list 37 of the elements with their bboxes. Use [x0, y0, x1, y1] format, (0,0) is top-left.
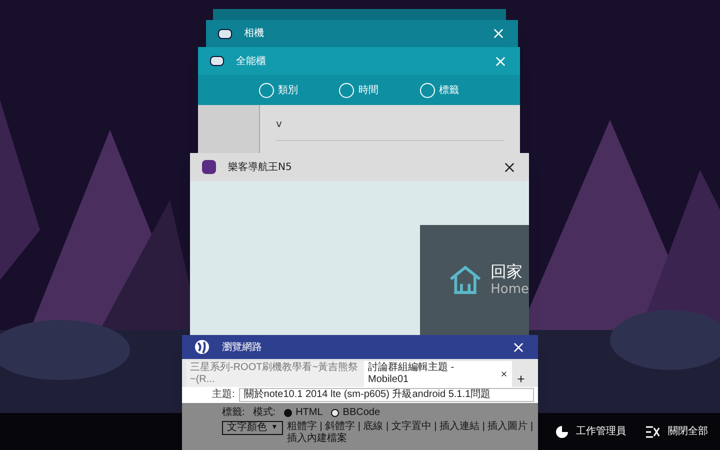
- app-title: 瀏覽網路: [222, 340, 262, 354]
- home-sublabel: Home: [490, 282, 529, 298]
- browser-tab[interactable]: 討論群組編輯主題 - Mobile01: [364, 361, 512, 387]
- format-toolbar: 粗體字 | 斜體字 | 底線 | 文字置中 | 插入連結 | 插入圖片 | 插入內建檔案: [286, 421, 534, 445]
- globe-icon: [194, 339, 210, 355]
- task-manager-button[interactable]: 工作管理員: [556, 424, 626, 439]
- list-item[interactable]: v: [276, 117, 504, 141]
- home-label: 回家: [490, 262, 524, 282]
- subject-label: 主題:: [212, 389, 235, 401]
- tag-label: 標籤:: [222, 407, 245, 419]
- mode-label: 模式:: [252, 407, 276, 419]
- close-all-button[interactable]: 關閉全部: [646, 424, 708, 439]
- subject-field[interactable]: 關於note10.1 2014 lte (sm-p605) 升級android 5.1.1問題: [238, 388, 534, 402]
- app-card[interactable]: 全能櫃 類別 時間 標籤 v: [198, 47, 520, 153]
- pie-chart-icon: [556, 426, 568, 438]
- radio-button[interactable]: [330, 409, 339, 417]
- side-panel: [198, 105, 260, 153]
- plus-icon: [516, 374, 526, 384]
- app-card[interactable]: 樂客導航王N5 回家 Home: [190, 153, 529, 335]
- mode-option[interactable]: HTML: [296, 407, 323, 419]
- browser-tab[interactable]: 三星系列-ROOT刷機教學看~黃吉熊祭~(R...: [186, 361, 364, 387]
- app-icon: [218, 28, 232, 38]
- app-title: 相機: [244, 26, 264, 41]
- app-icon: [202, 160, 216, 174]
- house-icon: [448, 264, 483, 296]
- home-tile[interactable]: 回家 Home: [420, 225, 529, 335]
- category-tab[interactable]: 標籤: [420, 82, 460, 98]
- app-title: 全能櫃: [236, 54, 266, 68]
- category-tab[interactable]: 類別: [258, 82, 298, 98]
- close-icon[interactable]: [500, 370, 508, 378]
- app-card[interactable]: 相機: [206, 20, 518, 47]
- mode-option[interactable]: BBCode: [342, 407, 380, 419]
- lines-x-icon: [646, 426, 660, 438]
- category-tab[interactable]: 時間: [339, 82, 378, 98]
- app-title: 樂客導航王N5: [228, 160, 292, 174]
- radio-button[interactable]: [284, 409, 292, 417]
- app-icon: [210, 56, 224, 66]
